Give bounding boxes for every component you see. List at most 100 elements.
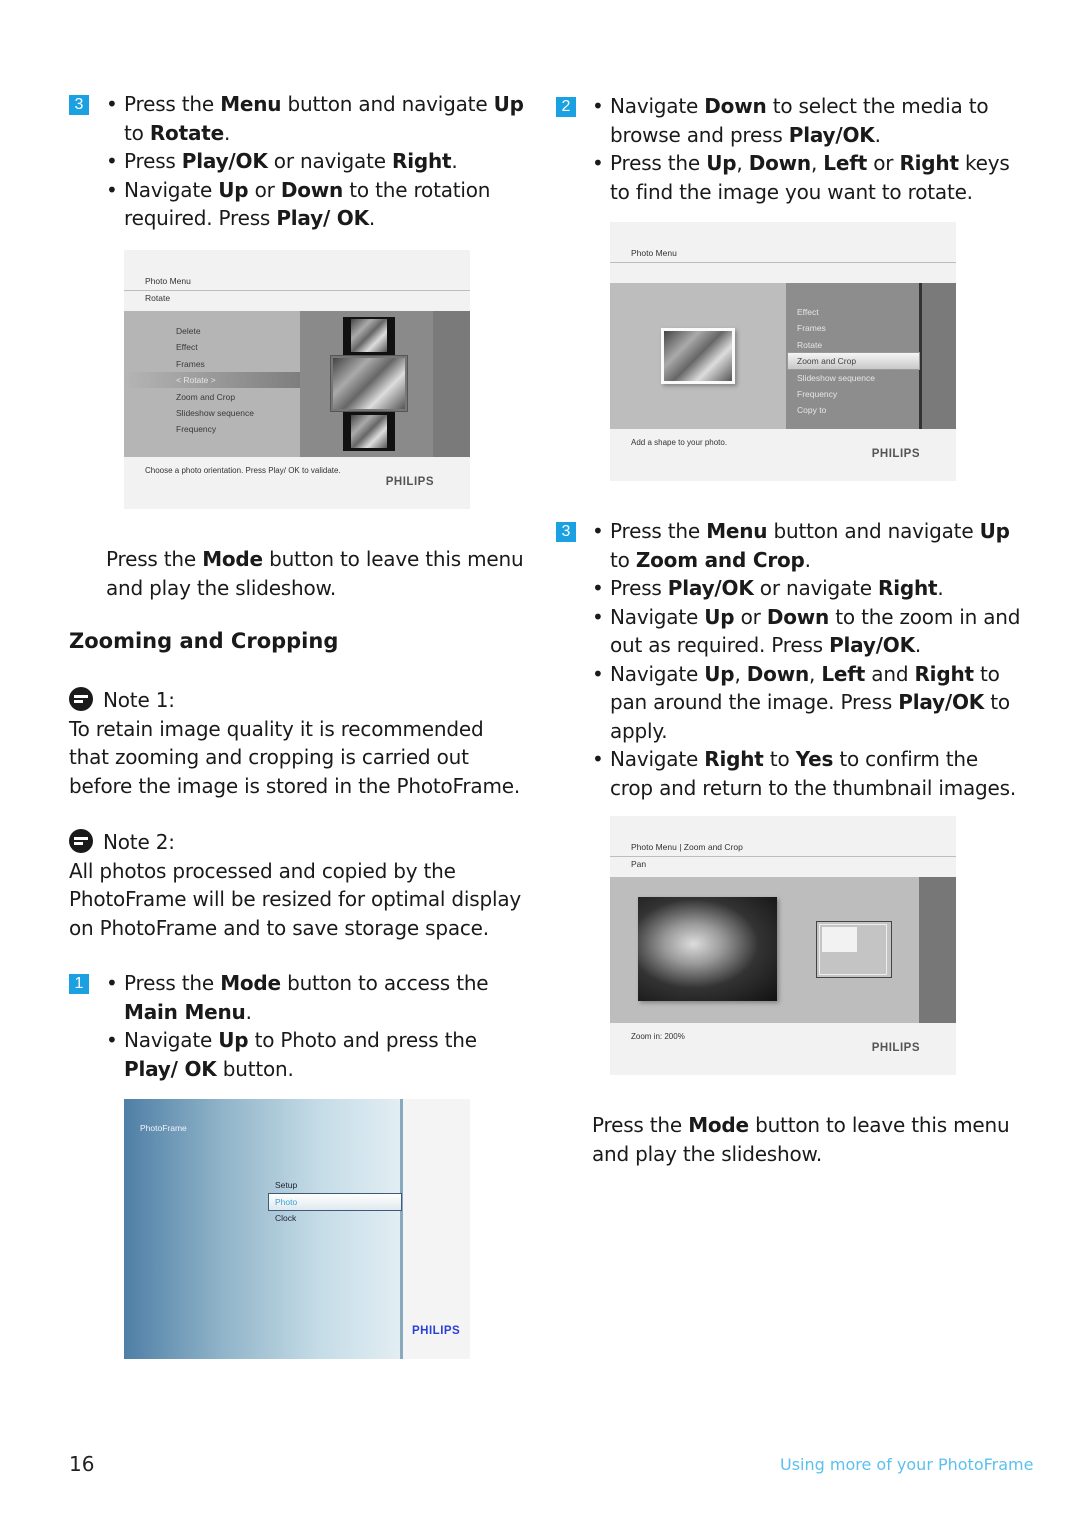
philips-logo: PHILIPS: [871, 1042, 920, 1054]
mode-instruction: Press the Mode button to leave this menu…: [592, 1111, 1022, 1168]
text-segment: .: [245, 999, 252, 1024]
main-menu-screenshot: PhotoFrame Setup Photo Clock PHILIPS: [124, 1099, 470, 1359]
text-segment: Press the: [610, 151, 707, 175]
philips-logo: PHILIPS: [385, 476, 434, 488]
page-number: 16: [69, 1452, 95, 1476]
note-label: Note 1:: [103, 688, 175, 712]
text-segment: button and navigate: [281, 92, 494, 116]
emphasis: Down: [748, 151, 811, 175]
section-title: Zooming and Cropping: [69, 629, 339, 653]
screen-title: Photo Menu: [631, 248, 677, 258]
pan-viewport: [822, 927, 857, 952]
text-segment: to: [124, 120, 150, 145]
note-2: Note 2: All photos processed and copied …: [69, 828, 529, 942]
text-segment: button.: [216, 1056, 294, 1081]
emphasis: Play/OK: [898, 690, 985, 714]
menu-item: Zoom and Crop: [176, 392, 236, 402]
text-segment: ,: [810, 151, 824, 175]
bullet-item: Navigate Up or Down to the rotation requ…: [106, 176, 526, 233]
text-segment: Press the: [592, 1113, 689, 1137]
text-segment: ,: [809, 661, 822, 686]
bullet-item: Press the Mode button to access the Main…: [106, 969, 531, 1026]
text-segment: .: [804, 547, 811, 572]
menu-item: Delete: [176, 326, 201, 336]
text-segment: Navigate: [610, 747, 705, 771]
menu-item: Effect: [176, 342, 198, 352]
pan-navigator: [816, 921, 892, 978]
menu-item: Frames: [797, 323, 826, 333]
menu-item: Frequency: [797, 389, 838, 399]
note-icon: [69, 687, 93, 711]
text-segment: or: [867, 151, 900, 175]
step-badge: 1: [69, 974, 89, 994]
emphasis: Right: [878, 576, 938, 600]
footer-section-link[interactable]: Using more of your PhotoFrame: [780, 1455, 1033, 1474]
text-segment: Press the: [610, 519, 707, 543]
emphasis: Zoom and Crop: [635, 547, 805, 572]
emphasis: Up: [218, 1028, 249, 1052]
emphasis: Right: [704, 747, 764, 771]
note-1: Note 1: To retain image quality it is re…: [69, 686, 529, 800]
bullet-item: Navigate Up, Down, Left and Right to pan…: [592, 660, 1022, 746]
preview-panel: [610, 877, 956, 1023]
menu-item: Setup: [275, 1180, 298, 1190]
step3-zoom-list: Press the Menu button and navigate Up to…: [592, 517, 1022, 802]
screen-title: Photo Menu: [145, 276, 191, 286]
text-segment: .: [937, 576, 944, 600]
menu-item: Frequency: [176, 424, 217, 434]
emphasis: Play/OK: [829, 633, 915, 657]
bullet-item: Navigate Right to Yes to confirm the cro…: [592, 745, 1022, 802]
screen-subtitle: Pan: [631, 859, 647, 869]
screen-title: PhotoFrame: [140, 1123, 187, 1133]
emphasis: Up: [704, 661, 735, 686]
side-bar: [922, 283, 956, 429]
bullet-item: Press the Menu button and navigate Up to…: [592, 517, 1022, 574]
text-segment: ,: [734, 661, 747, 686]
emphasis: Left: [821, 661, 866, 686]
emphasis: Menu: [220, 92, 282, 116]
menu-item-selected: Photo: [275, 1197, 298, 1207]
emphasis: Down: [746, 661, 810, 686]
photo-frame: [330, 355, 408, 412]
text-segment: button and navigate: [767, 519, 980, 543]
emphasis: Play/ OK: [276, 206, 369, 230]
photo-thumbnail: [664, 331, 732, 381]
text-segment: to: [763, 747, 796, 771]
rotate-menu-screenshot: Photo Menu Rotate Delete Effect Frames <…: [124, 250, 470, 509]
text-segment: .: [368, 206, 376, 230]
emphasis: Up: [706, 151, 737, 175]
note-text: To retain image quality it is recommende…: [69, 716, 521, 798]
text-segment: or navigate: [753, 576, 878, 600]
text-segment: Press the: [124, 971, 221, 995]
emphasis: Down: [280, 177, 344, 202]
emphasis: Play/OK: [667, 576, 754, 600]
menu-item-selected: < Rotate >: [176, 375, 216, 385]
text-segment: Press the: [106, 547, 203, 571]
menu-item: Slideshow sequence: [176, 408, 254, 418]
zoom-level: Zoom in: 200%: [631, 1032, 685, 1041]
note-text: All photos processed and copied by the P…: [69, 858, 522, 940]
emphasis: Right: [899, 151, 959, 175]
menu-item: Copy to: [797, 405, 827, 415]
text-segment: Navigate: [610, 94, 705, 118]
gradient-panel: [124, 1099, 400, 1359]
emphasis: Rotate: [149, 120, 224, 145]
emphasis: Play/ OK: [124, 1056, 217, 1081]
menu-item: Rotate: [797, 340, 823, 350]
emphasis: Mode: [688, 1113, 749, 1137]
emphasis: Play/OK: [788, 122, 875, 147]
screen-subtitle: Rotate: [145, 293, 171, 303]
emphasis: Mode: [202, 547, 263, 571]
bullet-item: Navigate Down to select the media to bro…: [592, 92, 1022, 149]
emphasis: Play/OK: [181, 149, 268, 173]
menu-item: Effect: [797, 307, 819, 317]
text-segment: .: [451, 149, 458, 173]
text-segment: to Photo and press the: [248, 1028, 477, 1052]
emphasis: Up: [493, 92, 524, 116]
screen-footer: Add a shape to your photo.: [631, 438, 728, 447]
divider: [400, 1099, 403, 1359]
text-segment: Navigate: [610, 661, 705, 686]
zoom-crop-screenshot: Photo Menu | Zoom and Crop Pan Zoom in: …: [610, 816, 956, 1075]
bullet-item: Navigate Up or Down to the zoom in and o…: [592, 603, 1022, 660]
text-segment: Press: [124, 149, 182, 173]
